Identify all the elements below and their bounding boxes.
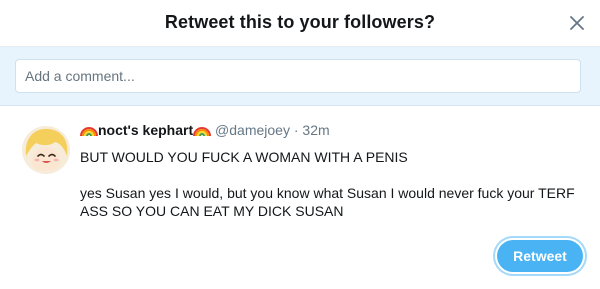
tweet-header: noct's kephart @damejoey · 32m xyxy=(80,122,330,140)
user-handle[interactable]: @damejoey xyxy=(215,122,290,138)
retweet-button[interactable]: Retweet xyxy=(497,240,583,272)
retweet-dialog: Retweet this to your followers? Add a co… xyxy=(0,0,600,289)
tweet-timestamp[interactable]: 32m xyxy=(302,122,329,138)
dialog-title: Retweet this to your followers? xyxy=(164,12,436,32)
separator-dot: · xyxy=(293,122,299,138)
rainbow-icon xyxy=(80,123,98,140)
tweet-text-line: BUT WOULD YOU FUCK A WOMAN WITH A PENIS xyxy=(80,149,408,165)
dialog-header: Retweet this to your followers? xyxy=(0,0,600,47)
comment-input[interactable] xyxy=(15,59,581,93)
tweet-text-line: yes Susan yes I would, but you know what… xyxy=(80,185,575,219)
rainbow-icon xyxy=(193,123,212,140)
close-icon[interactable] xyxy=(566,12,588,34)
avatar xyxy=(22,126,70,174)
comment-compose-area xyxy=(0,47,600,106)
tweet-text: BUT WOULD YOU FUCK A WOMAN WITH A PENIS … xyxy=(80,148,580,220)
display-name[interactable]: noct's kephart xyxy=(98,122,193,138)
